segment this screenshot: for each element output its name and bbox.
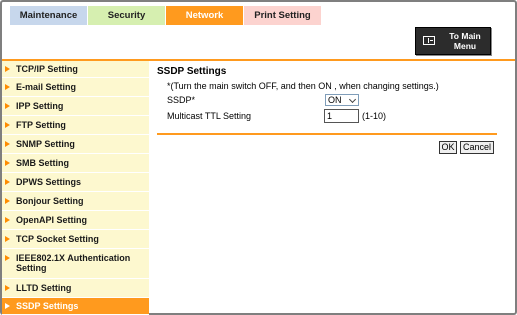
sidebar-item-dpws[interactable]: DPWS Settings	[2, 173, 149, 192]
content-divider	[157, 133, 497, 135]
arrow-right-icon	[5, 66, 10, 72]
sidebar-item-ftp[interactable]: FTP Setting	[2, 116, 149, 135]
ssdp-label: SSDP*	[167, 95, 196, 105]
chevron-down-icon	[348, 95, 357, 104]
sidebar-item-ssdp[interactable]: SSDP Settings	[2, 298, 149, 315]
page-title: SSDP Settings	[157, 66, 227, 77]
arrow-right-icon	[5, 217, 10, 223]
sidebar-item-label: Bonjour Setting	[16, 196, 84, 206]
sidebar-item-label: IEEE802.1X Authentication Setting	[16, 253, 131, 273]
sidebar-item-label: SNMP Setting	[16, 139, 75, 149]
arrow-right-icon	[5, 122, 10, 128]
sidebar: TCP/IP Setting E-mail Setting IPP Settin…	[2, 61, 149, 315]
top-tabs: Maintenance Security Network Print Setti…	[10, 6, 321, 25]
sidebar-item-openapi[interactable]: OpenAPI Setting	[2, 211, 149, 230]
ssdp-select-value: ON	[328, 95, 342, 105]
sidebar-item-email[interactable]: E-mail Setting	[2, 78, 149, 97]
sidebar-item-label: OpenAPI Setting	[16, 215, 88, 225]
arrow-right-icon	[5, 84, 10, 90]
arrow-right-icon	[5, 141, 10, 147]
arrow-right-icon	[5, 198, 10, 204]
sidebar-item-label: TCP/IP Setting	[16, 64, 78, 74]
ttl-range: (1-10)	[362, 111, 387, 121]
sidebar-item-tcp-socket[interactable]: TCP Socket Setting	[2, 230, 149, 249]
ttl-label: Multicast TTL Setting	[167, 111, 252, 121]
sidebar-item-label: TCP Socket Setting	[16, 234, 99, 244]
sidebar-item-label: FTP Setting	[16, 120, 66, 130]
arrow-right-icon	[5, 236, 10, 242]
ssdp-select[interactable]: ON	[325, 94, 359, 106]
to-main-menu-button[interactable]: To Main Menu	[415, 27, 491, 55]
sidebar-item-ipp[interactable]: IPP Setting	[2, 97, 149, 116]
ok-button[interactable]: OK	[439, 141, 457, 154]
sidebar-item-snmp[interactable]: SNMP Setting	[2, 135, 149, 154]
main-menu-icon	[423, 36, 435, 45]
to-main-menu-label: To Main Menu	[449, 31, 481, 51]
tab-print-setting[interactable]: Print Setting	[244, 6, 321, 25]
cancel-button[interactable]: Cancel	[460, 141, 494, 154]
sidebar-item-label: E-mail Setting	[16, 82, 77, 92]
arrow-right-icon	[5, 103, 10, 109]
sidebar-item-lltd[interactable]: LLTD Setting	[2, 279, 149, 298]
restart-note: *(Turn the main switch OFF, and then ON …	[167, 81, 439, 91]
sidebar-item-tcpip[interactable]: TCP/IP Setting	[2, 61, 149, 78]
sidebar-item-label: IPP Setting	[16, 101, 64, 111]
arrow-right-icon	[5, 285, 10, 291]
tab-network[interactable]: Network	[166, 6, 243, 25]
arrow-right-icon	[5, 160, 10, 166]
sidebar-item-bonjour[interactable]: Bonjour Setting	[2, 192, 149, 211]
tab-security[interactable]: Security	[88, 6, 165, 25]
sidebar-item-label: SMB Setting	[16, 158, 69, 168]
sidebar-item-label: LLTD Setting	[16, 283, 72, 293]
sidebar-item-label: SSDP Settings	[16, 301, 79, 311]
sidebar-item-smb[interactable]: SMB Setting	[2, 154, 149, 173]
sidebar-item-label: DPWS Settings	[16, 177, 82, 187]
ttl-input[interactable]	[324, 109, 359, 123]
arrow-right-icon	[5, 255, 10, 261]
sidebar-item-ieee8021x[interactable]: IEEE802.1X Authentication Setting	[2, 249, 149, 279]
arrow-right-icon	[5, 179, 10, 185]
arrow-right-icon	[5, 303, 10, 309]
tab-maintenance[interactable]: Maintenance	[10, 6, 87, 25]
